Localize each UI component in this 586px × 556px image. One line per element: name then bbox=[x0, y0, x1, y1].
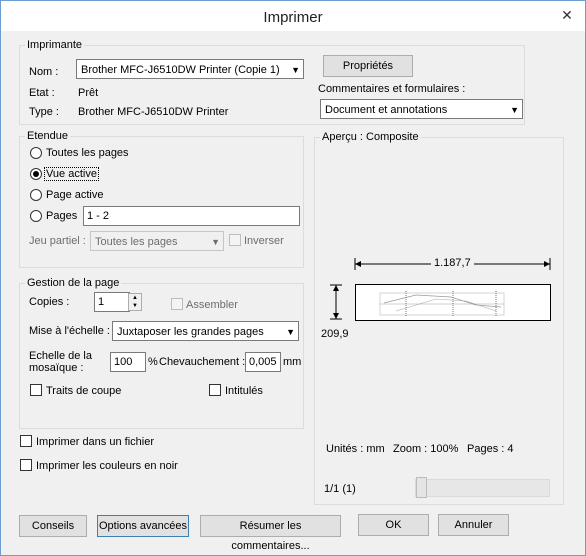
radio-current-page-label: Page active bbox=[46, 189, 104, 201]
range-group-label: Etendue bbox=[25, 130, 70, 142]
status-label: Etat : bbox=[29, 87, 55, 99]
chevron-down-icon: ▼ bbox=[286, 327, 295, 337]
overlap-unit: mm bbox=[283, 356, 302, 368]
print-to-file-label: Imprimer dans un fichier bbox=[36, 436, 154, 448]
ok-button[interactable]: OK bbox=[358, 514, 429, 536]
print-bw-checkbox[interactable] bbox=[20, 459, 32, 471]
reverse-label: Inverser bbox=[244, 235, 284, 247]
tile-scale-label-line2: mosaïque : bbox=[29, 362, 84, 374]
pages-count-label: Pages : 4 bbox=[467, 443, 514, 455]
zoom-label: Zoom : 100% bbox=[393, 443, 459, 455]
cut-marks-label: Traits de coupe bbox=[46, 385, 122, 397]
name-label: Nom : bbox=[29, 66, 59, 78]
page-slider[interactable] bbox=[415, 479, 550, 497]
chevron-down-icon: ▼ bbox=[211, 237, 220, 247]
type-value: Brother MFC-J6510DW Printer bbox=[78, 106, 229, 118]
radio-current-view[interactable] bbox=[30, 168, 42, 180]
printer-name-value: Brother MFC-J6510DW Printer (Copie 1) bbox=[81, 64, 280, 76]
comments-select[interactable]: Document et annotations ▼ bbox=[320, 99, 523, 119]
cut-marks-checkbox[interactable] bbox=[30, 384, 42, 396]
height-dimension-arrow bbox=[330, 284, 342, 320]
overlap-input[interactable]: 0,005 bbox=[245, 352, 281, 372]
preview-title: Aperçu : Composite bbox=[320, 131, 421, 143]
chevron-down-icon: ▼ bbox=[291, 65, 300, 75]
pages-input[interactable]: 1 - 2 bbox=[83, 206, 300, 226]
cancel-button[interactable]: Annuler bbox=[438, 514, 509, 536]
labels-label: Intitulés bbox=[225, 385, 263, 397]
collate-checkbox[interactable] bbox=[171, 298, 183, 310]
close-icon[interactable]: ✕ bbox=[557, 6, 577, 24]
printer-name-select[interactable]: Brother MFC-J6510DW Printer (Copie 1) ▼ bbox=[76, 59, 304, 79]
overlap-label: Chevauchement : bbox=[159, 356, 246, 368]
radio-current-page[interactable] bbox=[30, 189, 42, 201]
percent-label: % bbox=[148, 356, 158, 368]
status-value: Prêt bbox=[78, 87, 99, 99]
print-bw-label: Imprimer les couleurs en noir bbox=[36, 460, 178, 472]
radio-all-pages-label: Toutes les pages bbox=[46, 147, 129, 159]
type-label: Type : bbox=[29, 106, 59, 118]
advanced-options-button[interactable]: Options avancées bbox=[97, 515, 189, 537]
scaling-label: Mise à l'échelle : bbox=[29, 325, 110, 337]
radio-pages-label: Pages bbox=[46, 210, 78, 222]
subset-value: Toutes les pages bbox=[95, 236, 178, 248]
copies-spinner[interactable]: ▲ ▼ bbox=[128, 293, 142, 311]
dialog-title: Imprimer bbox=[263, 9, 323, 26]
scaling-value: Juxtaposer les grandes pages bbox=[117, 326, 264, 338]
collate-label: Assembler bbox=[186, 299, 238, 311]
scaling-select[interactable]: Juxtaposer les grandes pages ▼ bbox=[112, 321, 299, 341]
subset-label: Jeu partiel : bbox=[29, 235, 86, 247]
preview-thumbnail bbox=[379, 291, 505, 317]
tile-scale-label-line1: Echelle de la bbox=[29, 350, 92, 362]
tile-scale-input[interactable]: 100 bbox=[110, 352, 146, 372]
printer-group-label: Imprimante bbox=[25, 39, 85, 51]
copies-input[interactable]: 1 bbox=[94, 292, 130, 312]
labels-checkbox[interactable] bbox=[209, 384, 221, 396]
page-slider-thumb[interactable] bbox=[416, 477, 427, 498]
units-label: Unités : mm bbox=[326, 443, 385, 455]
height-value: 209,9 bbox=[321, 328, 349, 340]
comments-label: Commentaires et formulaires : bbox=[318, 83, 466, 95]
page-handling-group-label: Gestion de la page bbox=[25, 277, 122, 289]
page-indicator: 1/1 (1) bbox=[324, 483, 356, 495]
print-to-file-checkbox[interactable] bbox=[20, 435, 32, 447]
radio-pages[interactable] bbox=[30, 210, 42, 222]
chevron-down-icon: ▼ bbox=[510, 105, 519, 115]
radio-all-pages[interactable] bbox=[30, 147, 42, 159]
radio-current-view-label: Vue active bbox=[44, 167, 99, 181]
page-preview bbox=[355, 284, 551, 321]
summarize-comments-button[interactable]: Résumer les commentaires... bbox=[200, 515, 341, 552]
tips-button[interactable]: Conseils bbox=[19, 515, 87, 537]
subset-select[interactable]: Toutes les pages ▼ bbox=[90, 231, 224, 251]
print-dialog: Imprimer ✕ Imprimante Nom : Brother MFC-… bbox=[0, 0, 586, 556]
reverse-checkbox[interactable] bbox=[229, 234, 241, 246]
properties-button[interactable]: Propriétés bbox=[323, 55, 413, 77]
comments-value: Document et annotations bbox=[325, 104, 448, 116]
copies-label: Copies : bbox=[29, 296, 70, 308]
title-bar: Imprimer ✕ bbox=[1, 1, 585, 31]
width-value: 1.187,7 bbox=[431, 257, 474, 269]
